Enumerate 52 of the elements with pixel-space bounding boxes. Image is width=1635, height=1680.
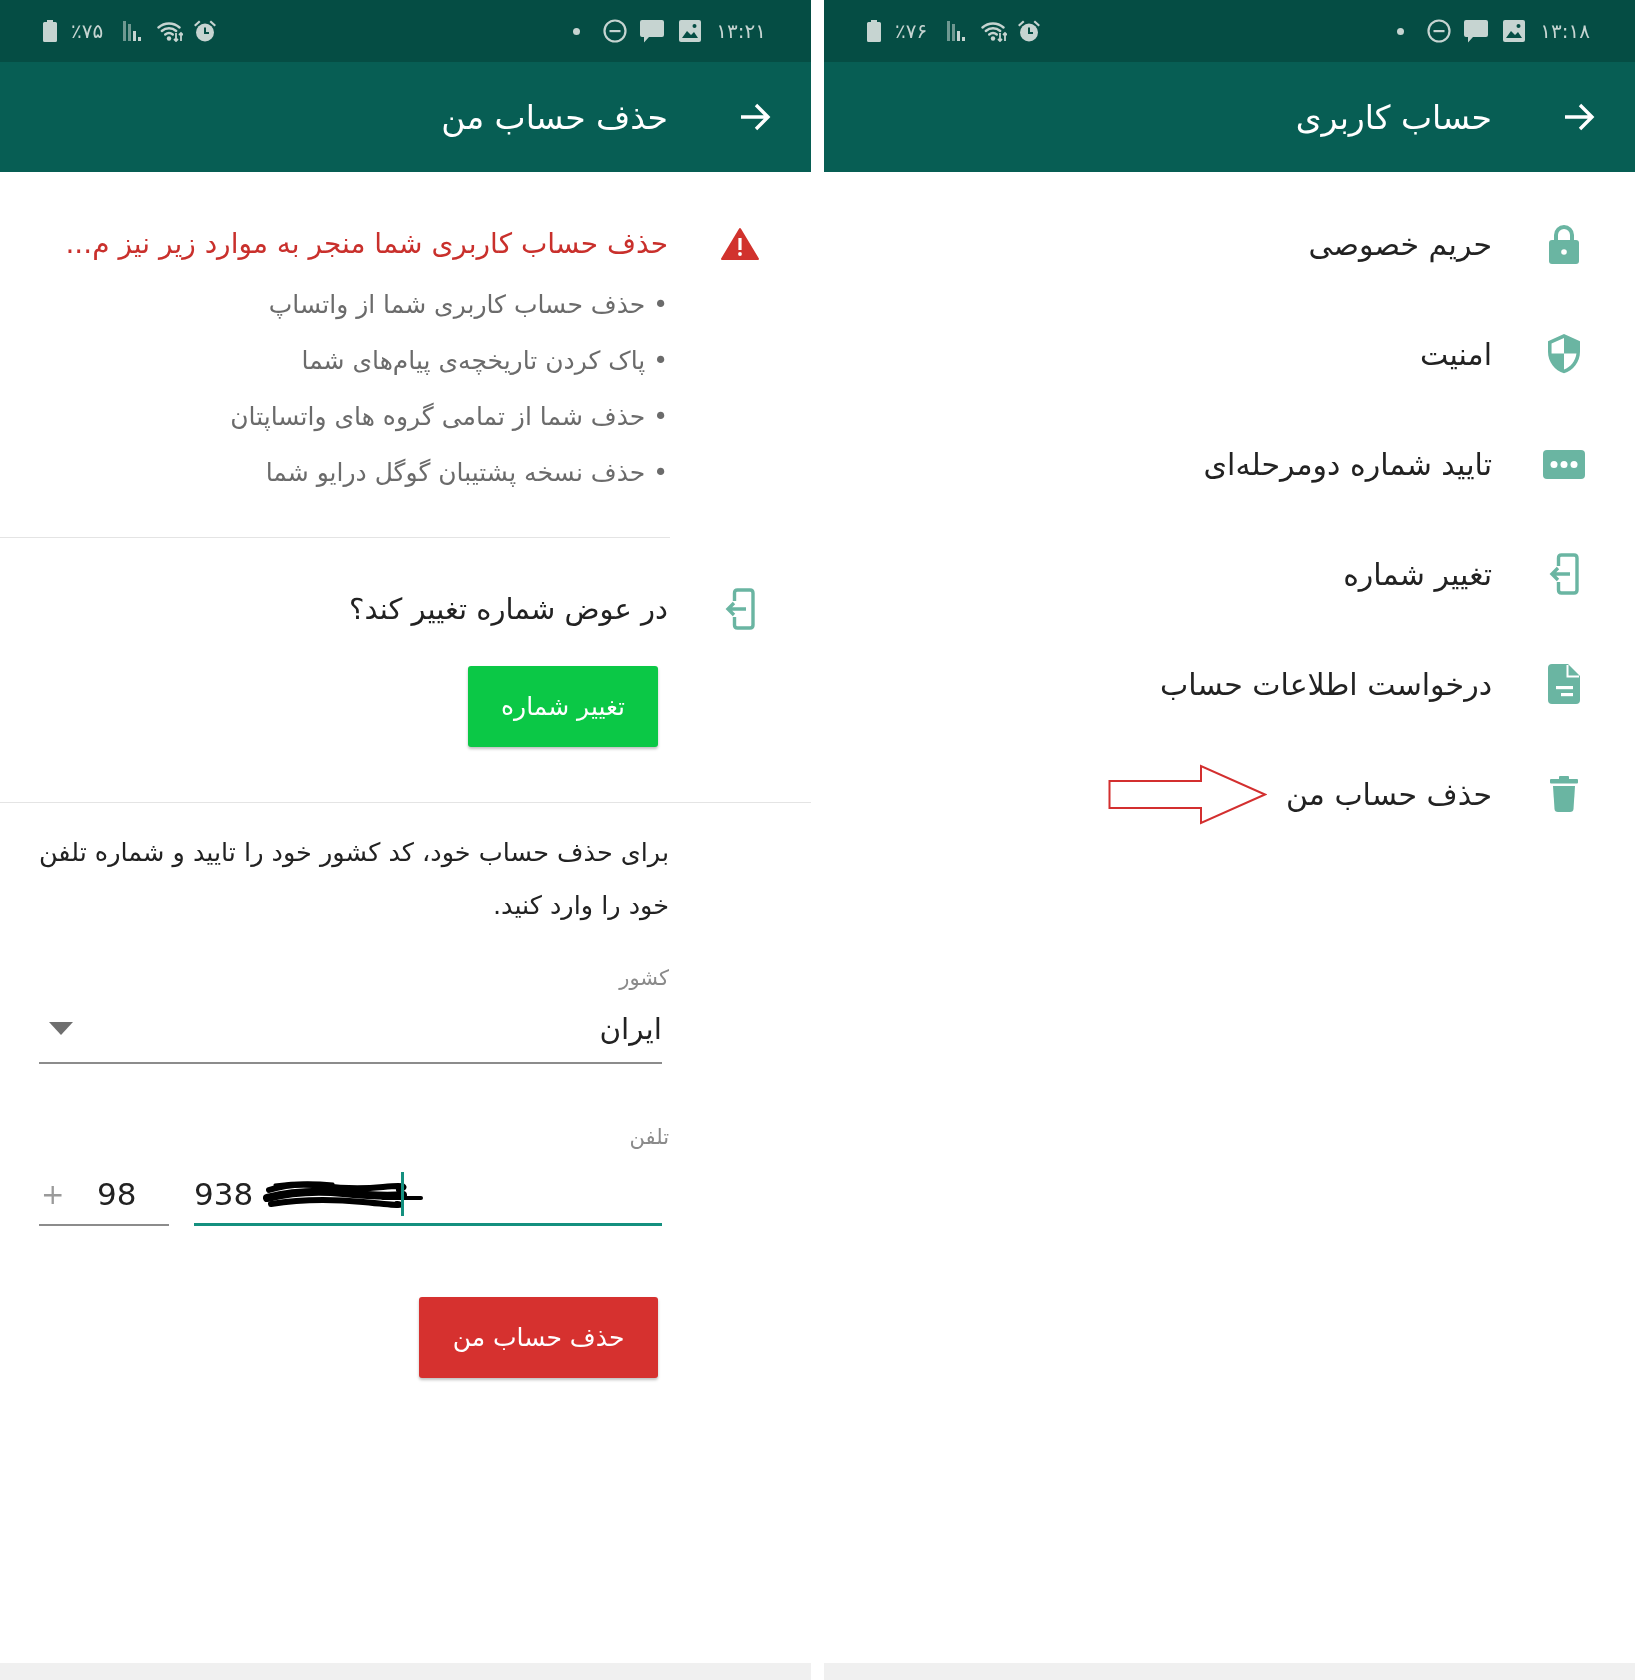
image-icon	[679, 20, 702, 42]
warning-title: حذف حساب کاربری شما منجر به موارد زیر نیز م...	[64, 226, 668, 262]
phone-number-field[interactable]: 938	[194, 1164, 662, 1226]
trash-icon	[1550, 776, 1578, 812]
warning-icon	[721, 227, 759, 261]
phone-exit-icon	[1549, 553, 1579, 595]
phone-exit-icon	[725, 588, 755, 630]
settings-item[interactable]: تغییر شماره	[1343, 553, 1586, 595]
settings-item[interactable]: امنیت	[1420, 333, 1586, 375]
plus-sign: +	[41, 1177, 66, 1211]
alarm-clock-icon	[1017, 19, 1042, 43]
battery-icon	[867, 20, 881, 42]
bullet-item: • پاک کردن تاریخچه‌ی پیام‌های شما	[300, 345, 668, 377]
lock-icon	[1548, 224, 1580, 264]
bullet-item: • حذف حساب کاربری شما از واتساپ	[267, 289, 668, 322]
settings-item[interactable]: درخواست اطلاعات حساب	[1160, 664, 1586, 704]
image-icon	[1503, 20, 1526, 42]
settings-item[interactable]: حریم خصوصی	[1308, 224, 1586, 264]
dropdown-caret-icon	[49, 1022, 73, 1035]
text-cursor	[401, 1171, 405, 1216]
country-dropdown[interactable]: ایران	[39, 991, 662, 1064]
status-time: ۱۳:۲۱	[716, 19, 766, 43]
instructions-text: برای حذف حساب خود، کد کشور خود را تایید و شماره تلفن خود را وارد کنید.	[37, 836, 669, 923]
prompt-text: در عوض شماره تغییر کند؟	[348, 591, 668, 628]
battery-percentage: ٪۷۵	[71, 19, 104, 43]
dots-icon	[1543, 449, 1585, 479]
country-code-field[interactable]: + 98	[39, 1164, 169, 1226]
minus-circle-icon	[1427, 19, 1452, 43]
battery-percentage: ٪۷۶	[895, 19, 928, 43]
back-arrow-icon[interactable]	[739, 102, 771, 132]
shield-icon	[1548, 333, 1580, 375]
field-label: کشور	[617, 965, 669, 991]
back-arrow-icon[interactable]	[1563, 102, 1595, 132]
screen-title: حساب کاربری	[1295, 97, 1492, 137]
battery-icon	[43, 20, 57, 42]
notification-dot-icon	[1397, 27, 1405, 35]
speech-bubble-icon	[1464, 19, 1489, 43]
alarm-clock-icon	[193, 19, 218, 43]
notification-dot-icon	[573, 27, 581, 35]
screen-title: حذف حساب من	[441, 97, 668, 137]
bullet-item: • حذف نسخه پشتیبان گوگل درایو شما	[264, 457, 668, 489]
settings-item[interactable]: حذف حساب من	[1285, 776, 1586, 812]
minus-circle-icon	[603, 19, 628, 43]
speech-bubble-icon	[640, 19, 665, 43]
wifi-icon	[981, 20, 1008, 42]
field-label: تلفن	[628, 1124, 669, 1150]
status-time: ۱۳:۱۸	[1540, 19, 1590, 43]
document-icon	[1548, 664, 1580, 704]
wifi-icon	[157, 20, 184, 42]
bullet-item: • حذف شما از تمامی گروه های واتساپتان	[229, 401, 668, 434]
delete-account-button[interactable]: حذف حساب من	[419, 1297, 658, 1378]
settings-item[interactable]: تایید شماره دومرحله‌ای	[1203, 446, 1586, 482]
